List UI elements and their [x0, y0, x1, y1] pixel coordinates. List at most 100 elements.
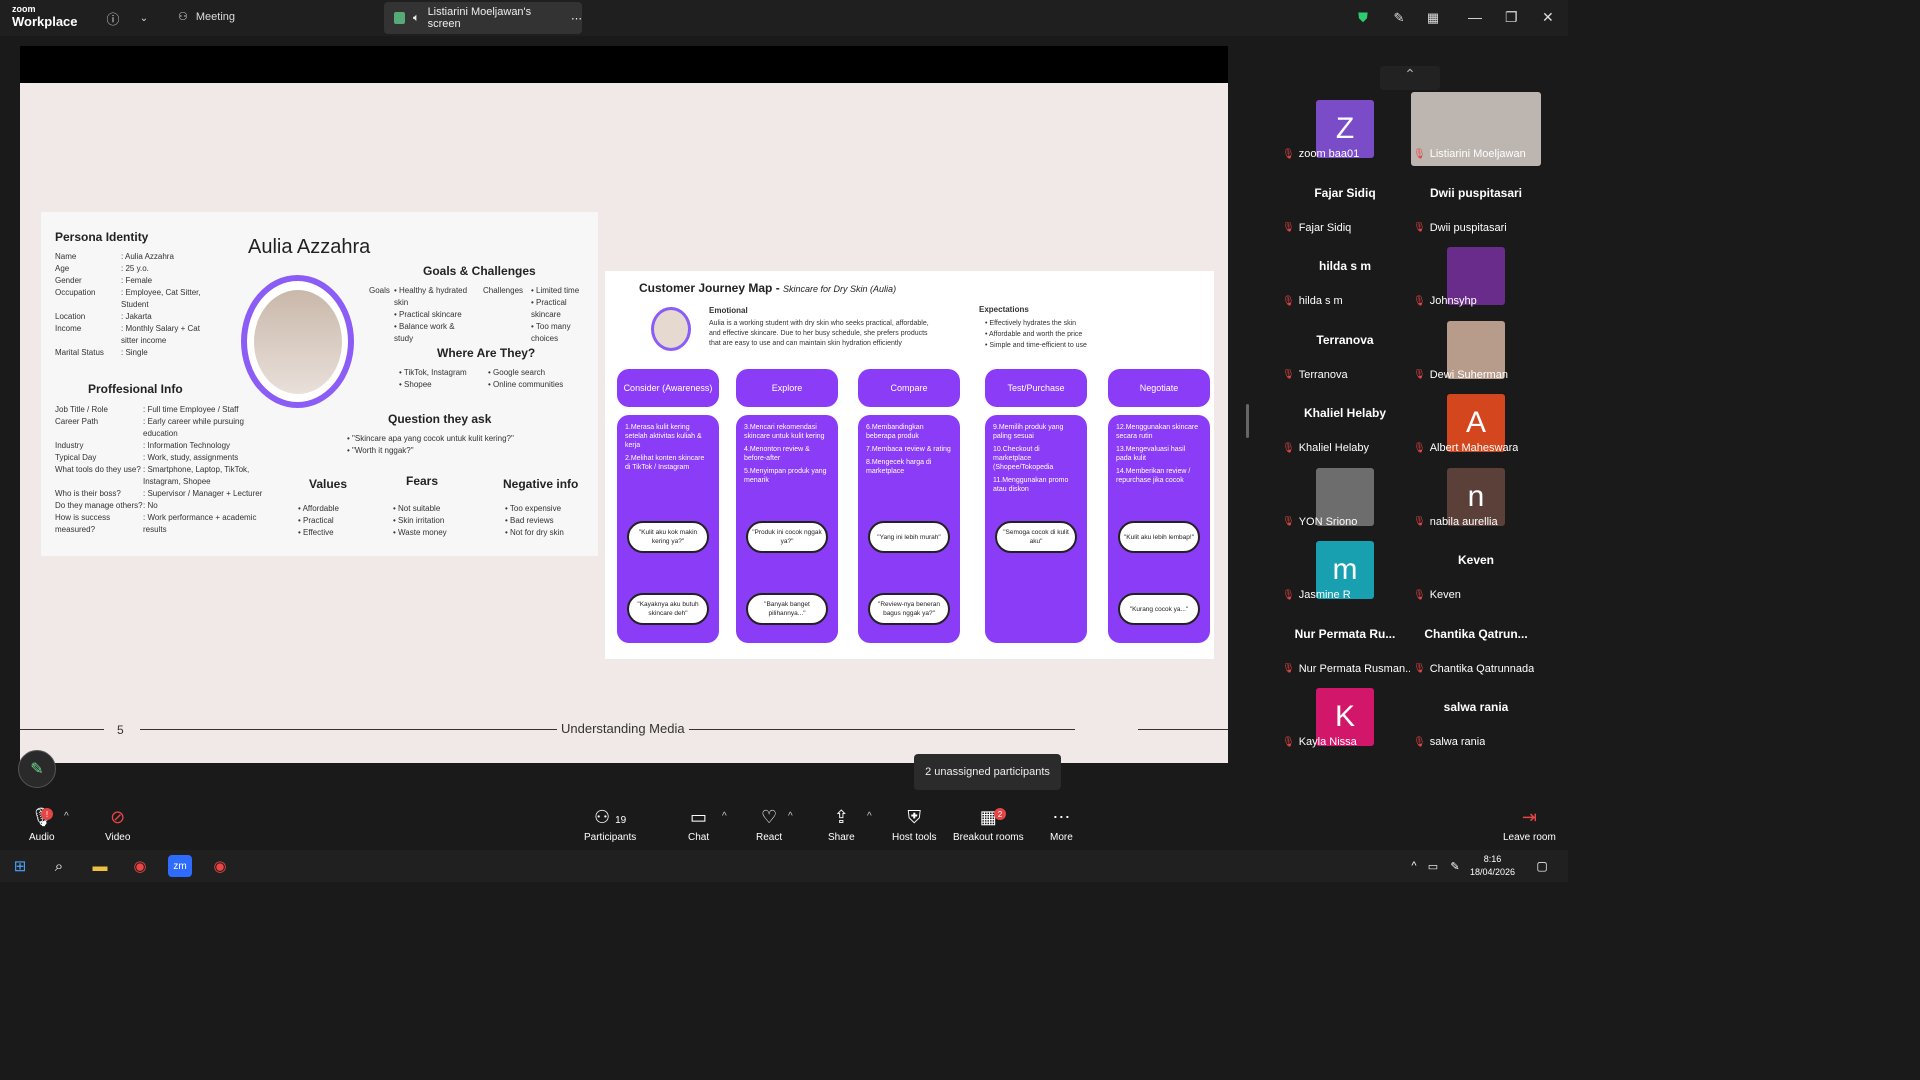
participant-tile[interactable]: Fajar Sidiq 🎙︎ Fajar Sidiq	[1280, 166, 1410, 236]
participant-tile[interactable]: 🎙︎ Johnsyhp	[1411, 239, 1541, 309]
list-item: Limited time	[531, 285, 587, 297]
chat-button[interactable]: ▭ Chat	[688, 807, 709, 843]
stage-step: 10.Checkout di marketplace (Shopee/Tokop…	[993, 446, 1054, 471]
participant-tile[interactable]: Keven 🎙︎ Keven	[1411, 533, 1541, 603]
participant-tile[interactable]: Chantika Qatrun... 🎙︎ Chantika Qatrunnada	[1411, 607, 1541, 677]
meeting-button[interactable]: ⚇ Meeting	[178, 10, 236, 24]
video-label: Video	[105, 832, 131, 843]
stage-header: Explore	[736, 369, 838, 407]
chrome-icon[interactable]: ◉	[128, 855, 152, 877]
participant-label: 🎙︎ Khaliel Helaby	[1282, 442, 1369, 454]
goals-label: Goals	[369, 286, 390, 295]
info-icon[interactable]: ⓘ	[104, 9, 122, 27]
screen-share-tab[interactable]: 🔈︎ Listiarini Moeljawan's screen ⋯	[384, 2, 582, 34]
muted-mic-icon: 🎙︎	[1413, 736, 1426, 748]
muted-mic-icon: 🎙︎	[1413, 295, 1426, 307]
network-icon[interactable]: ▭	[1421, 855, 1445, 877]
participant-tile[interactable]: Terranova 🎙︎ Terranova	[1280, 313, 1410, 383]
react-button[interactable]: ♡ React	[756, 807, 782, 843]
react-caret-icon[interactable]: ^	[788, 811, 793, 822]
slide-number: 5	[117, 723, 124, 737]
professional-row: Career Path: Early career while pursuing…	[55, 416, 265, 440]
footer-line-left	[20, 729, 104, 730]
participant-label: 🎙︎ Dwii puspitasari	[1413, 222, 1507, 234]
breakout-rooms-button[interactable]: ▦ Breakout rooms	[953, 807, 1024, 843]
more-button[interactable]: ⋯ More	[1050, 807, 1073, 843]
pencil-icon: ✎	[30, 761, 44, 778]
leave-room-button[interactable]: ⇥ Leave room	[1503, 807, 1556, 843]
professional-row: Job Title / Role: Full time Employee / S…	[55, 404, 265, 416]
layout-icon[interactable]: ▦	[1424, 9, 1442, 27]
share-caret-icon[interactable]: ^	[867, 811, 872, 822]
more-options-icon[interactable]: ⋯	[571, 12, 582, 25]
pen-icon[interactable]: ✎	[1390, 9, 1408, 27]
field-value: : Employee, Cat Sitter, Student	[121, 288, 201, 309]
participant-name: zoom baa01	[1298, 148, 1360, 160]
stage-body: 3.Mencari rekomendasi skincare untuk kul…	[736, 415, 838, 643]
windows-taskbar: ⊞ ⌕ ▬ ◉ zm ◉ ^ ▭ ✎ 8:16 18/04/2026 ▢	[0, 850, 1568, 882]
values-heading: Values	[309, 477, 348, 491]
gallery-scrollbar[interactable]	[1246, 404, 1249, 438]
muted-mic-icon: 🎙︎	[1282, 736, 1295, 748]
participant-label: 🎙︎ Terranova	[1282, 369, 1348, 381]
gallery-scroll-up-button[interactable]: ⌃	[1380, 66, 1440, 90]
goals-heading: Goals & Challenges	[423, 264, 536, 278]
participant-tile[interactable]: A 🎙︎ Albert Maheswara	[1411, 386, 1541, 456]
persona-photo	[241, 275, 354, 408]
close-icon[interactable]: ✕	[1542, 9, 1554, 26]
annotate-pencil-button[interactable]: ✎	[18, 750, 56, 788]
stage-step: 1.Merasa kulit kering setelah aktivitas …	[625, 424, 702, 449]
zoom-app-icon[interactable]: zm	[168, 855, 192, 877]
identity-row: Income: Monthly Salary + Cat sitter inco…	[55, 323, 205, 347]
participant-tile[interactable]: salwa rania 🎙︎ salwa rania	[1411, 680, 1541, 750]
notification-icon[interactable]: ▢	[1530, 855, 1554, 877]
audio-caret-icon[interactable]: ^	[64, 811, 69, 822]
list-item: Simple and time-efficient to use	[985, 340, 1175, 351]
share-button[interactable]: ⇪ Share	[828, 807, 855, 843]
field-key: Age	[55, 264, 70, 273]
participant-tile[interactable]: Nur Permata Ru... 🎙︎ Nur Permata Rusman...	[1280, 607, 1410, 677]
list-item: Too many choices	[531, 321, 587, 345]
windows-start-icon[interactable]: ⊞	[8, 855, 32, 877]
pen-tray-icon[interactable]: ✎	[1443, 855, 1467, 877]
participant-big-name: Chantika Qatrun...	[1424, 626, 1528, 641]
stage-step: 5.Menyimpan produk yang menarik	[744, 468, 827, 484]
fears-list: Not suitableSkin irritationWaste money	[393, 503, 483, 539]
list-item: Affordable and worth the price	[985, 329, 1175, 340]
meeting-label: Meeting	[195, 10, 236, 23]
participant-tile[interactable]: 🎙︎ YON Sriono	[1280, 460, 1410, 530]
chrome-profile-icon[interactable]: ◉	[208, 855, 232, 877]
leave-label: Leave room	[1503, 832, 1556, 843]
participant-name: hilda s m	[1298, 295, 1343, 307]
participants-button[interactable]: ⚇ 19 Participants	[584, 807, 636, 843]
minimize-icon[interactable]: —	[1468, 9, 1482, 25]
participant-tile[interactable]: 🎙︎ Dewi Suherman	[1411, 313, 1541, 383]
participant-name: Terranova	[1298, 368, 1348, 381]
participant-tile[interactable]: 🎙︎ Listiarini Moeljawan	[1411, 92, 1541, 166]
participant-name: Keven	[1429, 589, 1461, 601]
where-heading: Where Are They?	[437, 346, 536, 360]
search-icon[interactable]: ⌕	[47, 855, 71, 877]
participant-big-name: Keven	[1457, 553, 1495, 567]
participant-tile[interactable]: Z 🎙︎ zoom baa01	[1280, 92, 1410, 162]
screen-tab-label: Listiarini Moeljawan's screen	[427, 6, 532, 30]
shield-icon[interactable]: ⛊	[1354, 9, 1372, 27]
participant-name: Dewi Suherman	[1429, 368, 1508, 381]
restore-icon[interactable]: ❐	[1505, 9, 1518, 26]
participant-tile[interactable]: Khaliel Helaby 🎙︎ Khaliel Helaby	[1280, 386, 1410, 456]
muted-mic-icon: 🎙︎	[1282, 369, 1295, 380]
video-button[interactable]: ⊘ Video	[105, 807, 130, 843]
file-explorer-icon[interactable]: ▬	[88, 855, 112, 877]
chevron-down-icon[interactable]: ⌄	[135, 9, 153, 27]
participant-tile[interactable]: m 🎙︎ Jasmine R	[1280, 533, 1410, 603]
host-tools-button[interactable]: ⛨ Host tools	[892, 807, 936, 843]
chat-caret-icon[interactable]: ^	[722, 811, 727, 822]
stage-header: Compare	[858, 369, 960, 407]
participant-tile[interactable]: n 🎙︎ nabila aurellia	[1411, 460, 1541, 530]
participant-tile[interactable]: hilda s m 🎙︎ hilda s m	[1280, 239, 1410, 309]
list-item: Shopee	[399, 379, 489, 391]
stage-body: 6.Membandingkan beberapa produk 7.Membaca…	[858, 415, 960, 643]
participant-tile[interactable]: K 🎙︎ Kayla Nissa	[1280, 680, 1410, 750]
participant-tile[interactable]: Dwii puspitasari 🎙︎ Dwii puspitasari	[1411, 166, 1541, 236]
system-clock[interactable]: 8:16 18/04/2026	[1470, 853, 1515, 879]
